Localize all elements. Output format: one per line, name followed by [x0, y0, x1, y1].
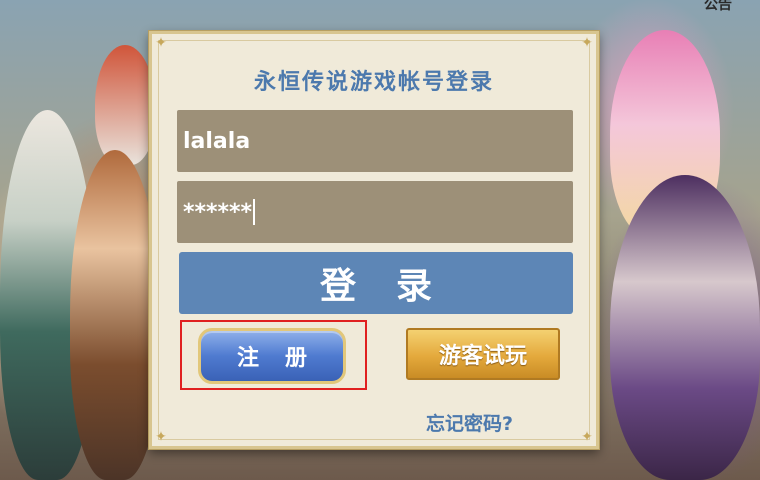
login-button[interactable]: 登录 — [179, 252, 573, 314]
login-dialog: ✦ ✦ ✦ ✦ 永恒传说游戏帐号登录 lalala ****** 登录 注册 游… — [149, 31, 599, 449]
background-character-mid-left — [70, 150, 160, 480]
password-value: ****** — [183, 199, 253, 225]
guest-play-button[interactable]: 游客试玩 — [406, 328, 560, 380]
password-input[interactable]: ****** — [177, 181, 573, 243]
username-value: lalala — [183, 128, 251, 154]
username-input[interactable]: lalala — [177, 110, 573, 172]
notice-button[interactable]: 公告 — [704, 0, 732, 14]
game-login-screen: 公告 ✦ ✦ ✦ ✦ 永恒传说游戏帐号登录 lalala ****** 登录 注… — [0, 0, 760, 480]
background-character-top-left — [95, 45, 155, 165]
register-button[interactable]: 注册 — [198, 328, 346, 384]
forgot-password-link[interactable]: 忘记密码? — [426, 409, 513, 436]
corner-ornament-icon: ✦ — [581, 35, 593, 51]
corner-ornament-icon: ✦ — [155, 35, 167, 51]
text-caret — [253, 199, 256, 225]
corner-ornament-icon: ✦ — [155, 429, 167, 445]
dialog-title: 永恒传说游戏帐号登录 — [253, 70, 494, 95]
corner-ornament-icon: ✦ — [581, 429, 593, 445]
background-character-witch — [610, 175, 760, 480]
